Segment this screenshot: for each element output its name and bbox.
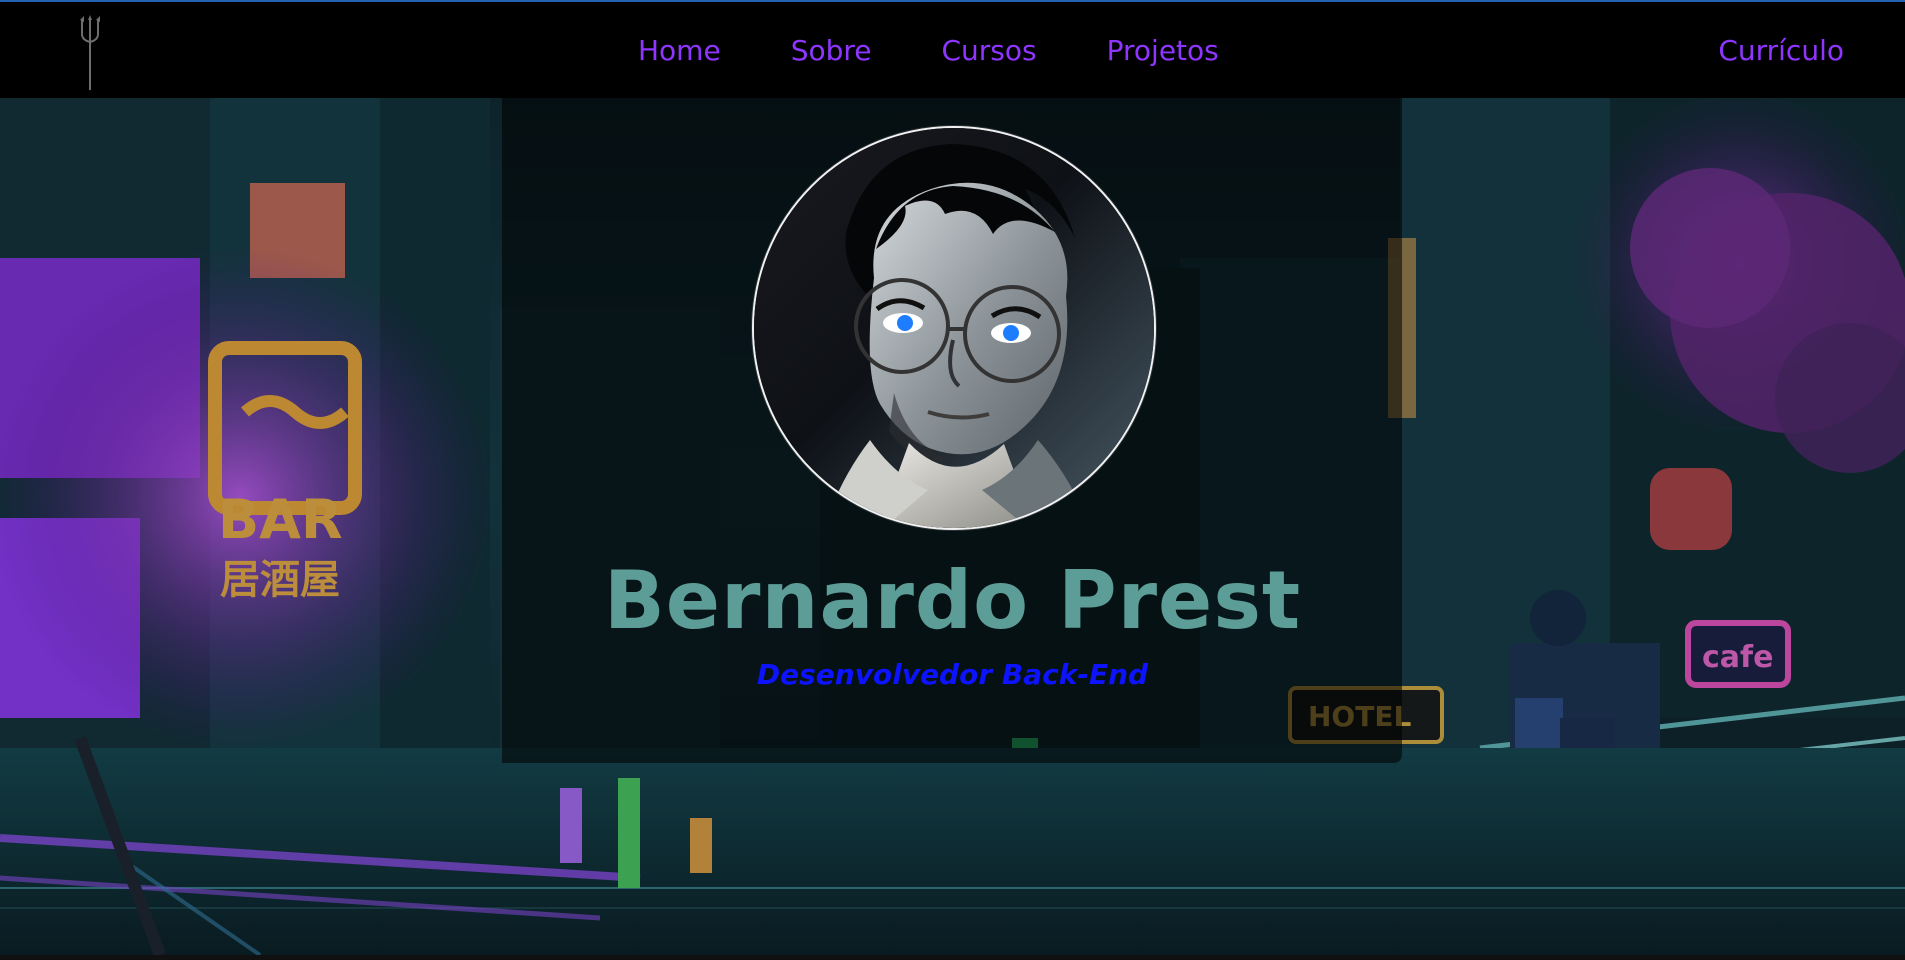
main-navigation: Home Sobre Cursos Projetos: [638, 33, 1219, 69]
bottom-edge: [0, 955, 1905, 960]
profile-avatar: [752, 126, 1156, 530]
nav-home-link[interactable]: Home: [638, 33, 721, 69]
hero-section: BAR 居酒屋 cafe HOTEL: [0, 98, 1905, 955]
resume-link[interactable]: Currículo: [1718, 33, 1844, 69]
profile-name: Bernardo Prest: [603, 554, 1302, 647]
navbar: Home Sobre Cursos Projetos Currículo: [0, 2, 1905, 98]
nav-about-link[interactable]: Sobre: [791, 33, 872, 69]
nav-courses-link[interactable]: Cursos: [942, 33, 1037, 69]
nav-projects-link[interactable]: Projetos: [1107, 33, 1219, 69]
page: Home Sobre Cursos Projetos Currículo Ber…: [0, 0, 1905, 960]
trident-icon[interactable]: [78, 12, 102, 92]
top-border: [0, 0, 1905, 2]
profile-role: Desenvolvedor Back-End: [756, 658, 1149, 691]
